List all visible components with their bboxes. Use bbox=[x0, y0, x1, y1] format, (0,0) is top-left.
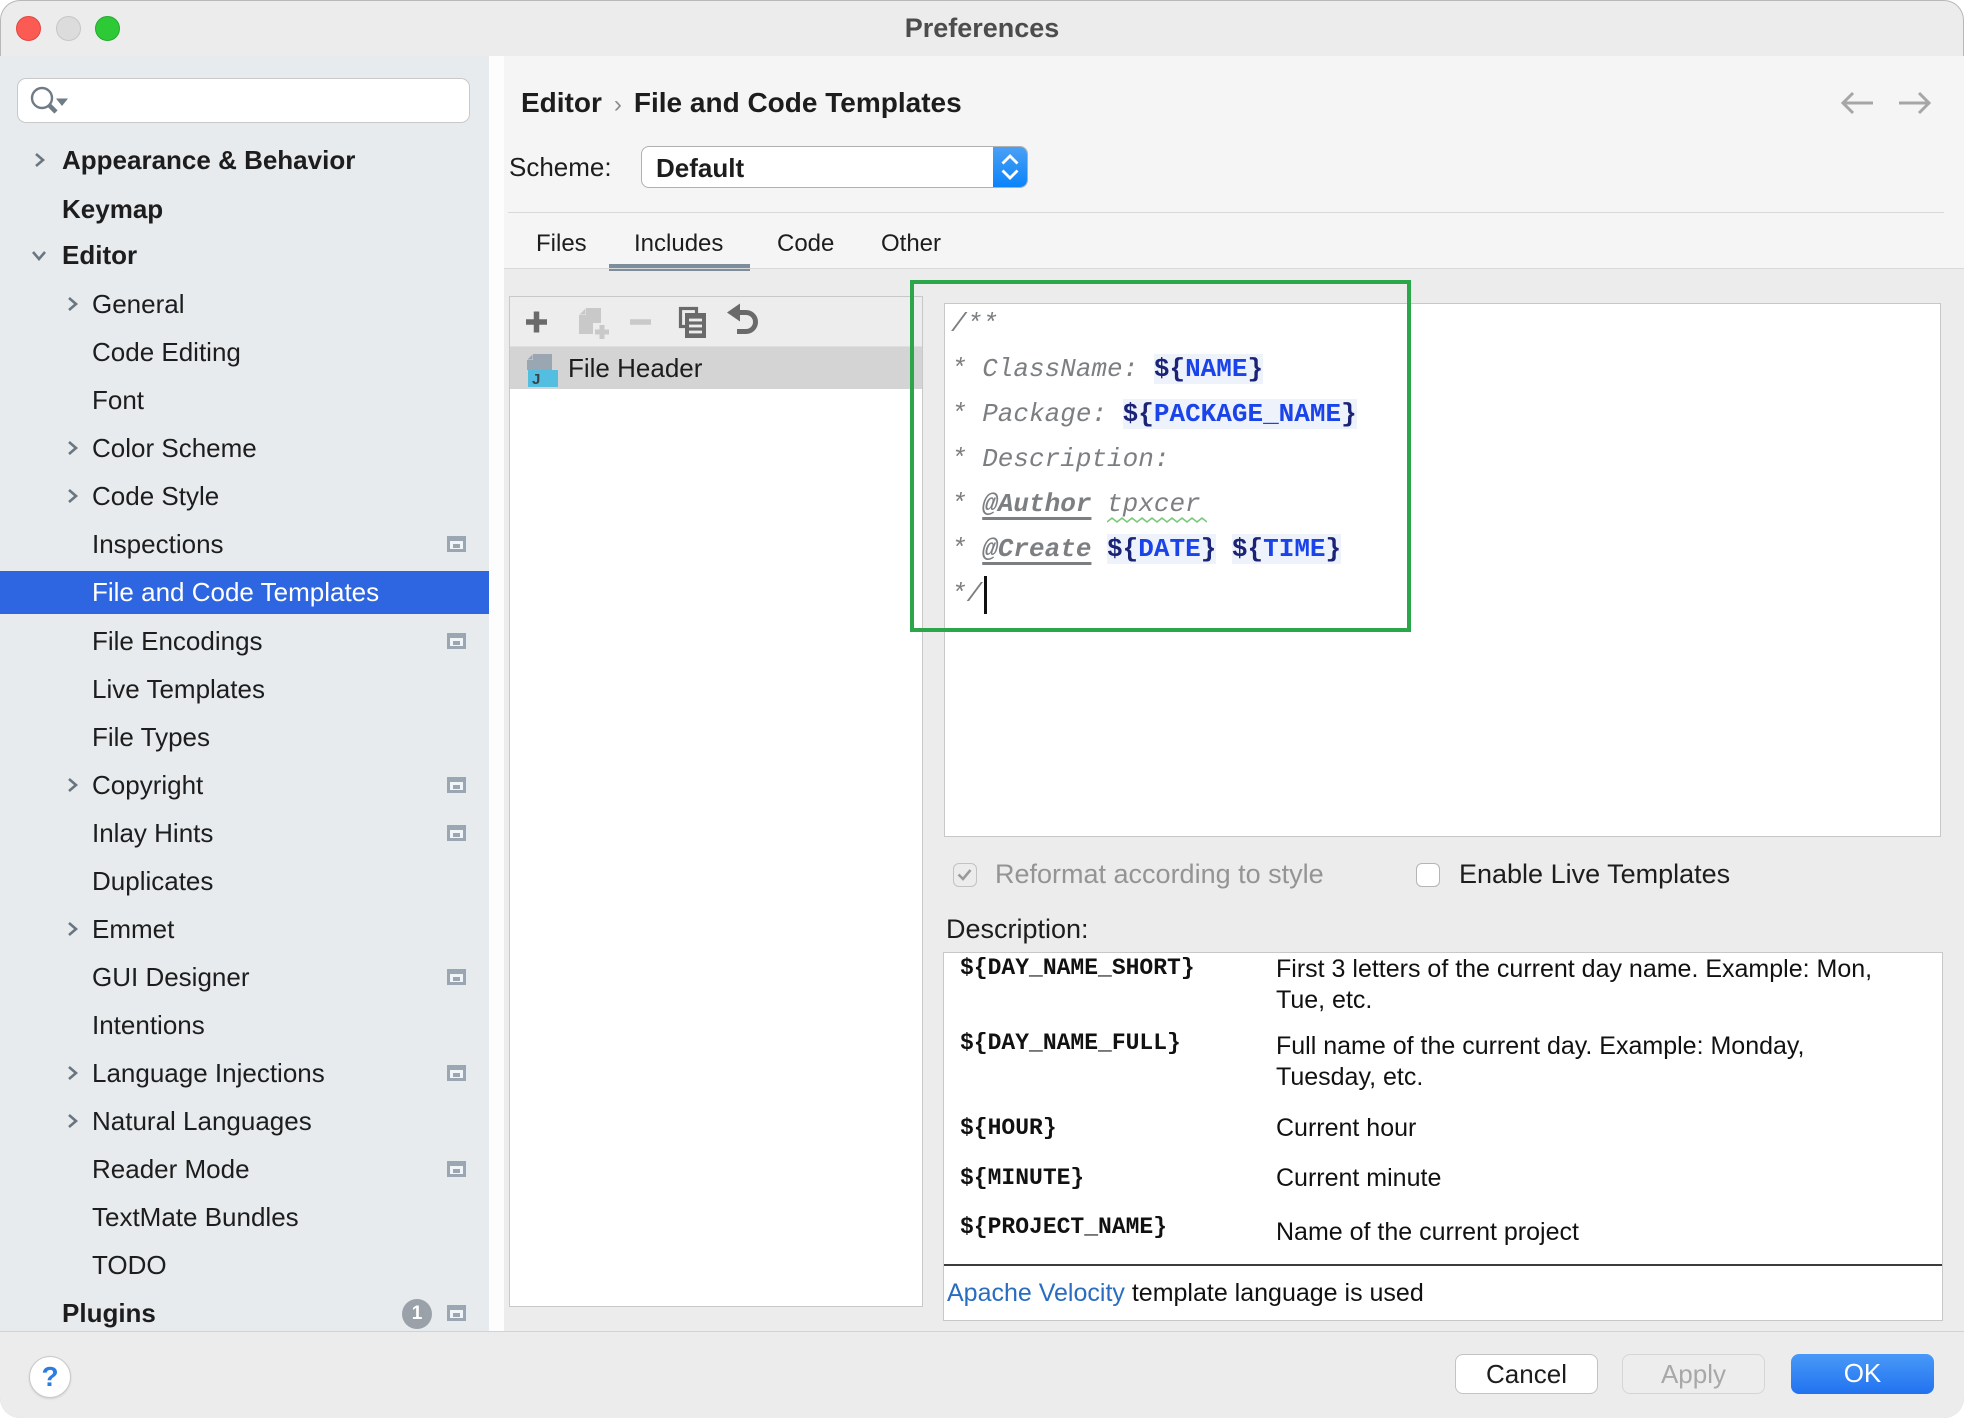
svg-text:J: J bbox=[532, 371, 540, 388]
